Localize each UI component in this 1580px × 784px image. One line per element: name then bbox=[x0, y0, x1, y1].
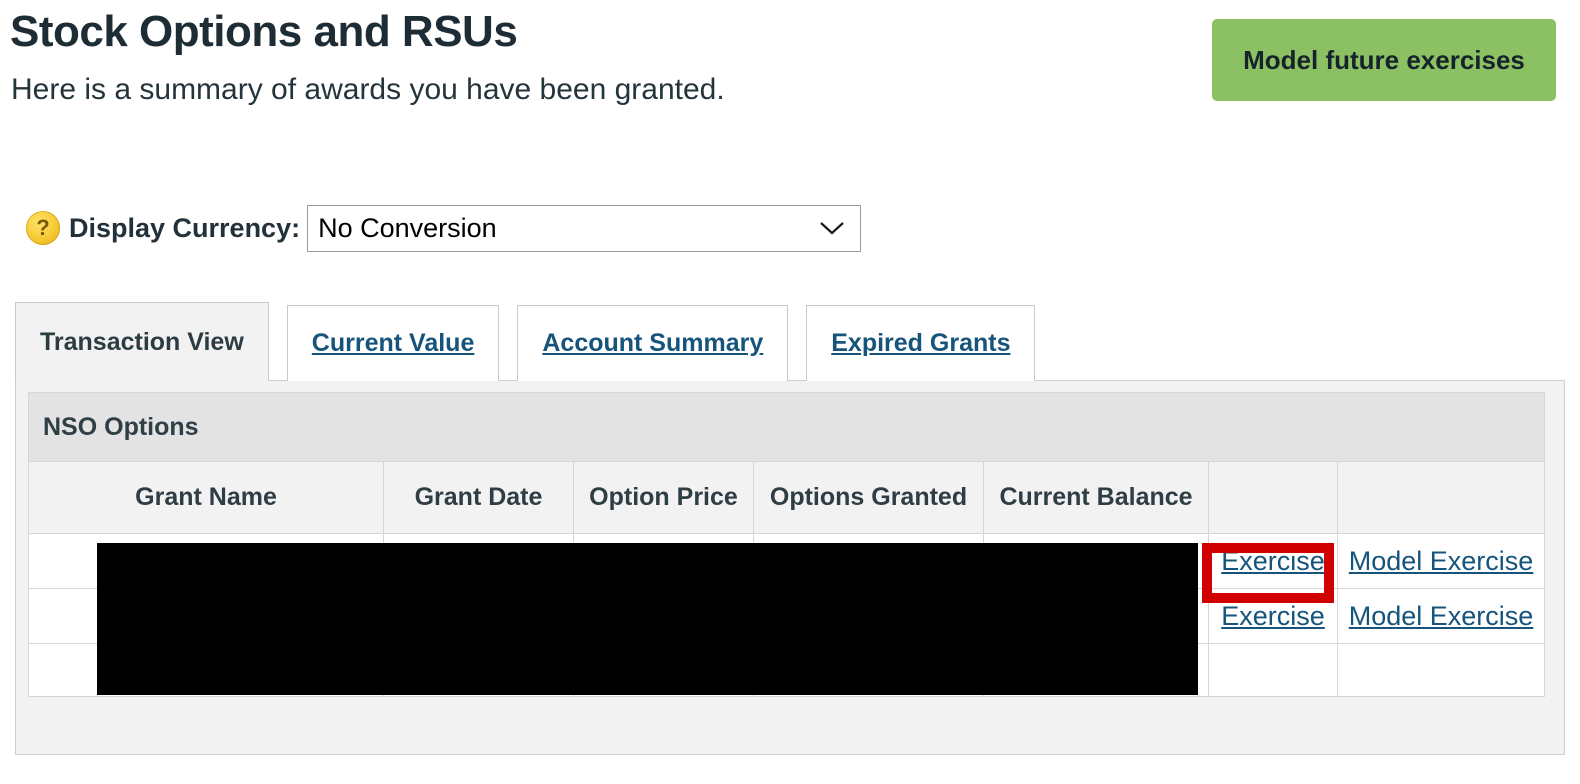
model-exercise-link[interactable]: Model Exercise bbox=[1349, 546, 1534, 576]
tab-label: Account Summary bbox=[542, 329, 764, 357]
tab-account-summary[interactable]: Account Summary bbox=[517, 305, 789, 381]
page-title: Stock Options and RSUs bbox=[10, 7, 518, 56]
column-header-current-balance: Current Balance bbox=[983, 461, 1209, 534]
exercise-cell: Exercise bbox=[1208, 588, 1338, 644]
model-exercise-cell: Model Exercise bbox=[1336, 588, 1546, 644]
model-exercise-link[interactable]: Model Exercise bbox=[1349, 601, 1534, 631]
tab-current-value[interactable]: Current Value bbox=[286, 305, 500, 381]
exercise-cell bbox=[1208, 643, 1338, 697]
redaction-overlay bbox=[97, 543, 1198, 695]
tab-label: Expired Grants bbox=[831, 329, 1011, 357]
tab-expired-grants[interactable]: Expired Grants bbox=[806, 305, 1036, 381]
nso-options-section-title: NSO Options bbox=[27, 392, 1546, 462]
question-mark-icon[interactable]: ? bbox=[26, 211, 60, 245]
display-currency-select-wrapper: No Conversion bbox=[307, 204, 862, 252]
model-future-exercises-button[interactable]: Model future exercises bbox=[1212, 19, 1556, 101]
column-header-grant-name: Grant Name bbox=[28, 461, 384, 534]
display-currency-label: Display Currency: bbox=[69, 212, 301, 243]
tab-label: Current Value bbox=[311, 329, 475, 357]
model-exercise-cell: Model Exercise bbox=[1336, 533, 1546, 589]
column-header-options-granted: Options Granted bbox=[753, 461, 984, 534]
model-exercise-cell bbox=[1336, 643, 1546, 697]
column-header-exercise bbox=[1208, 461, 1338, 534]
table-section-header-row: NSO Options bbox=[27, 392, 1546, 462]
display-currency-select[interactable]: No Conversion bbox=[307, 204, 862, 252]
column-header-option-price: Option Price bbox=[573, 461, 754, 534]
exercise-link[interactable]: Exercise bbox=[1221, 601, 1325, 631]
tab-bar: Transaction View Current Value Account S… bbox=[15, 302, 1036, 381]
display-currency-row: ? Display Currency: No Conversion bbox=[0, 203, 862, 253]
column-header-model-exercise bbox=[1336, 461, 1546, 534]
tab-label: Transaction View bbox=[40, 327, 244, 356]
page-subtitle: Here is a summary of awards you have bee… bbox=[11, 73, 725, 106]
exercise-link[interactable]: Exercise bbox=[1221, 546, 1325, 576]
table-column-header-row: Grant Name Grant Date Option Price Optio… bbox=[28, 461, 1546, 534]
tab-transaction-view[interactable]: Transaction View bbox=[15, 302, 269, 381]
exercise-cell: Exercise bbox=[1208, 533, 1338, 589]
column-header-grant-date: Grant Date bbox=[383, 461, 574, 534]
